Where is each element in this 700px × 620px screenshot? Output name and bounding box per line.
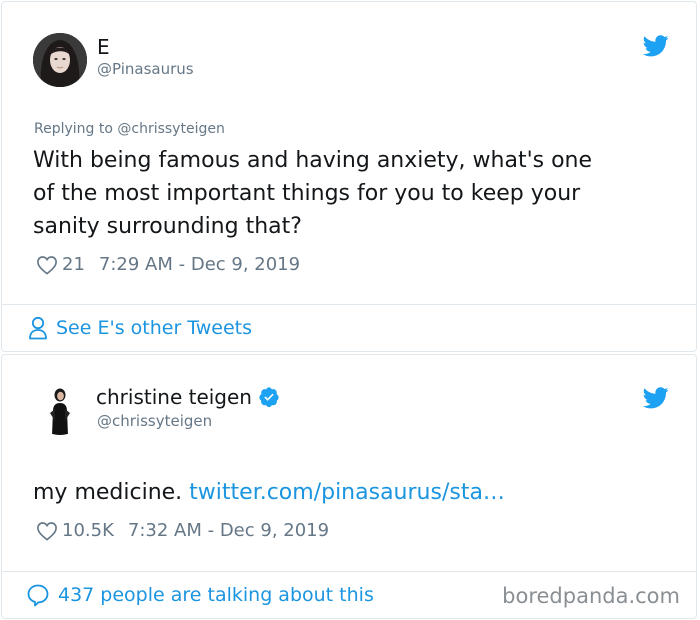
like-count[interactable]: 21 [62,254,85,275]
tweet-text-line: of the most important things for you to … [33,181,581,206]
like-count[interactable]: 10.5K [62,520,114,541]
verified-badge-icon [259,387,279,408]
see-other-tweets-link[interactable]: See E's other Tweets [28,316,252,340]
heart-icon[interactable] [36,255,58,275]
heart-icon[interactable] [36,521,58,541]
speech-bubble-icon [27,584,49,607]
author-name[interactable]: christine teigen [96,385,280,409]
conversation-label: 437 people are talking about this [58,584,374,606]
tweet-text: With being famous and having anxiety, wh… [33,144,592,243]
tweet-meta: 10.5K 7:32 AM - Dec 9, 2019 [36,520,329,541]
author-handle[interactable]: @Pinasaurus [97,60,194,78]
tweet-text-line: With being famous and having anxiety, wh… [33,148,593,173]
avatar[interactable] [33,33,87,87]
twitter-bird-icon[interactable] [643,35,669,57]
watermark: boredpanda.com [502,584,680,608]
tweet-card-e: E @Pinasaurus Replying to @chrissyteigen… [1,1,697,352]
author-handle[interactable]: @chrissyteigen [97,412,212,430]
conversation-link[interactable]: 437 people are talking about this [26,583,374,607]
twitter-bird-icon[interactable] [643,387,669,409]
author-name-label: christine teigen [96,385,252,409]
tweet-meta: 21 7:29 AM - Dec 9, 2019 [36,254,300,275]
see-other-tweets-label: See E's other Tweets [56,317,253,339]
tweet-card-chrissy: christine teigen @chrissyteigen my medic… [1,354,697,619]
author-name[interactable]: E [97,35,110,59]
timestamp[interactable]: 7:29 AM - Dec 9, 2019 [99,254,300,275]
divider [2,304,696,305]
timestamp[interactable]: 7:32 AM - Dec 9, 2019 [128,520,329,541]
tweet-text-body: my medicine. [33,480,183,505]
person-icon [29,316,47,340]
replying-to[interactable]: Replying to @chrissyteigen [34,121,225,137]
tweet-text: my medicine. twitter.com/pinasaurus/sta… [33,476,505,509]
tweet-text-line: sanity surrounding that? [33,214,302,239]
divider [2,571,696,572]
tweet-link[interactable]: twitter.com/pinasaurus/sta… [189,480,505,505]
avatar[interactable] [33,381,87,435]
